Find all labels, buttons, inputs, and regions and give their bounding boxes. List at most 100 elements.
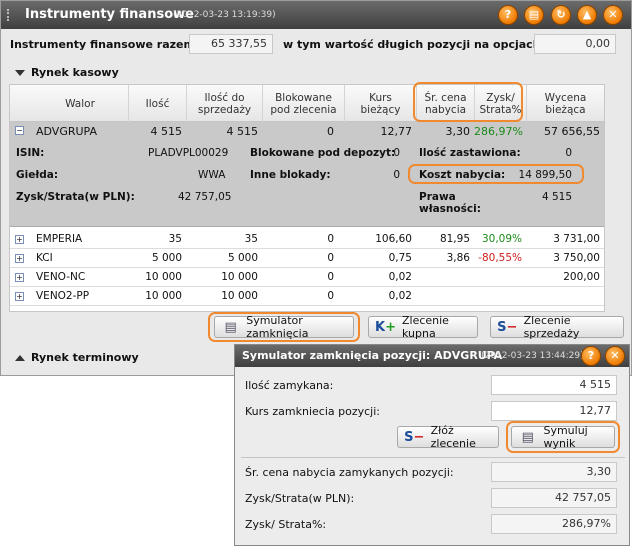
simulator-timestamp: (2012-03-23 13:44:29) bbox=[481, 351, 584, 361]
table-row[interactable]: + EMPERIA 35 35 0 106,60 81,95 30,09% 3 … bbox=[10, 231, 604, 249]
row-sr: 81,95 bbox=[439, 233, 470, 245]
pct-value: 286,97% bbox=[491, 514, 617, 534]
section-futures-toggle[interactable]: Rynek terminowy bbox=[15, 351, 139, 364]
isin-label: ISIN: bbox=[16, 147, 45, 159]
expanded-walor: ADVGRUPA bbox=[36, 125, 97, 138]
inne-label: Inne blokady: bbox=[250, 169, 331, 181]
instruments-panel: Instrumenty finansowe (2012-03-23 13:19:… bbox=[0, 0, 632, 376]
row-blok: 0 bbox=[327, 252, 334, 264]
simulator-titlebar[interactable]: Symulator zamknięcia pozycji: ADVGRUPA (… bbox=[235, 345, 629, 367]
refresh-button[interactable]: ↻ bbox=[551, 5, 571, 25]
row-blok: 0 bbox=[327, 233, 334, 245]
buy-order-button[interactable]: K + Zlecenie kupna bbox=[368, 314, 478, 340]
highlight-simulate bbox=[506, 421, 620, 453]
table-row[interactable]: + VENO2-PP 10 000 10 000 0 0,02 bbox=[10, 288, 604, 306]
col-kurs[interactable]: Kurs bieżący bbox=[344, 85, 416, 122]
expanded-zysk: 286,97% bbox=[474, 125, 523, 138]
total-label: Instrumenty finansowe razem: bbox=[10, 38, 200, 51]
highlight-simulator bbox=[208, 312, 360, 342]
sell-minus-icon: S − bbox=[404, 429, 425, 445]
print-button[interactable]: ▤ bbox=[524, 5, 544, 25]
simulator-dialog: Symulator zamknięcia pozycji: ADVGRUPA (… bbox=[234, 344, 630, 546]
highlight-cost bbox=[408, 164, 584, 184]
qty-label: Ilość zamykana: bbox=[245, 379, 334, 392]
collapse-row-icon[interactable]: − bbox=[15, 126, 24, 135]
highlight-avg-profit bbox=[413, 82, 523, 122]
prawa-value: 4 515 bbox=[541, 191, 572, 203]
prawa-label: Prawa własności: bbox=[419, 191, 481, 215]
row-ilosc: 10 000 bbox=[145, 290, 182, 302]
panel-title: Instrumenty finansowe bbox=[25, 7, 194, 22]
row-blok: 0 bbox=[327, 271, 334, 283]
col-walor[interactable]: Walor bbox=[32, 85, 128, 122]
pct-label: Zysk/ Strata%: bbox=[245, 518, 327, 531]
row-ilosc-sprz: 10 000 bbox=[221, 290, 258, 302]
drag-grip-icon[interactable] bbox=[7, 9, 11, 21]
col-wycena[interactable]: Wycena bieżąca bbox=[526, 85, 604, 122]
gielda-label: Giełda: bbox=[16, 169, 59, 181]
row-blok: 0 bbox=[327, 290, 334, 302]
total-value: 65 337,55 bbox=[189, 34, 273, 54]
col-blokowane[interactable]: Blokowane pod zlecenia bbox=[262, 85, 344, 122]
row-ilosc: 35 bbox=[168, 233, 182, 245]
col-ilosc-sprzedazy[interactable]: Ilość do sprzedaży bbox=[186, 85, 262, 122]
table-row[interactable]: + VENO-NC 10 000 10 000 0 0,02 200,00 bbox=[10, 269, 604, 287]
price-input[interactable]: 12,77 bbox=[491, 401, 617, 421]
row-wycena: 3 731,00 bbox=[553, 233, 600, 245]
row-walor: VENO2-PP bbox=[36, 290, 90, 302]
buy-plus-icon: K + bbox=[375, 319, 396, 335]
row-wycena: 200,00 bbox=[563, 271, 600, 283]
expanded-blok: 0 bbox=[327, 125, 334, 138]
collapse-button[interactable]: ▲ bbox=[577, 5, 597, 25]
row-ilosc-sprz: 35 bbox=[244, 233, 258, 245]
row-ilosc: 10 000 bbox=[145, 271, 182, 283]
close-button[interactable]: ✕ bbox=[603, 5, 623, 25]
simulator-help-button[interactable]: ? bbox=[581, 346, 601, 366]
row-kurs: 106,60 bbox=[375, 233, 412, 245]
section-cash-label: Rynek kasowy bbox=[31, 66, 119, 79]
divider bbox=[241, 457, 625, 458]
row-zysk: -80,55% bbox=[478, 252, 522, 264]
expanded-kurs: 12,77 bbox=[380, 125, 413, 138]
row-ilosc-sprz: 5 000 bbox=[227, 252, 258, 264]
zysk-pln-label: Zysk/Strata(w PLN): bbox=[16, 191, 135, 203]
row-kurs: 0,75 bbox=[388, 252, 412, 264]
ilosc-zast-label: Ilość zastawiona: bbox=[419, 147, 521, 159]
isin-value: PLADVPL00029 bbox=[148, 147, 229, 159]
row-walor: KCI bbox=[36, 252, 53, 264]
simulator-close-button[interactable]: ✕ bbox=[605, 346, 625, 366]
pln-value: 42 757,05 bbox=[491, 488, 617, 508]
sell-minus-icon: S − bbox=[497, 319, 518, 335]
row-walor: EMPERIA bbox=[36, 233, 83, 245]
sell-order-button[interactable]: S − Zlecenie sprzedaży bbox=[490, 314, 624, 340]
options-value: 0,00 bbox=[534, 34, 616, 54]
expand-row-icon[interactable]: + bbox=[15, 235, 24, 244]
section-cash-toggle[interactable]: Rynek kasowy bbox=[15, 66, 119, 79]
section-futures-label: Rynek terminowy bbox=[31, 351, 139, 364]
qty-input[interactable]: 4 515 bbox=[491, 375, 617, 395]
row-wycena: 3 750,00 bbox=[553, 252, 600, 264]
place-order-button[interactable]: S − Złóż zlecenie bbox=[397, 424, 499, 450]
row-kurs: 0,02 bbox=[388, 271, 412, 283]
pln-label: Zysk/Strata(w PLN): bbox=[245, 492, 355, 505]
table-row[interactable]: + KCI 5 000 5 000 0 0,75 3,86 -80,55% 3 … bbox=[10, 250, 604, 268]
panel-titlebar[interactable]: Instrumenty finansowe (2012-03-23 13:19:… bbox=[1, 1, 631, 29]
expanded-ilosc-sprz: 4 515 bbox=[226, 125, 259, 138]
expand-row-icon[interactable]: + bbox=[15, 292, 24, 301]
expanded-sr: 3,30 bbox=[445, 125, 471, 138]
panel-timestamp: (2012-03-23 13:19:39) bbox=[173, 10, 276, 20]
options-label: w tym wartość długich pozycji na opcjach… bbox=[283, 38, 545, 51]
expand-row-icon[interactable]: + bbox=[15, 254, 24, 263]
help-button[interactable]: ? bbox=[498, 5, 518, 25]
row-ilosc: 5 000 bbox=[151, 252, 182, 264]
row-sr: 3,86 bbox=[446, 252, 470, 264]
avg-value: 3,30 bbox=[491, 462, 617, 482]
expand-row-icon[interactable]: + bbox=[15, 273, 24, 282]
inne-value: 0 bbox=[393, 169, 400, 181]
col-ilosc[interactable]: Ilość bbox=[128, 85, 186, 122]
blok-depozyt-value: 0 bbox=[393, 147, 400, 159]
expanded-ilosc: 4 515 bbox=[150, 125, 183, 138]
collapse-arrow-icon bbox=[15, 70, 25, 76]
ilosc-zast-value: 0 bbox=[565, 147, 572, 159]
gielda-value: WWA bbox=[198, 169, 226, 181]
